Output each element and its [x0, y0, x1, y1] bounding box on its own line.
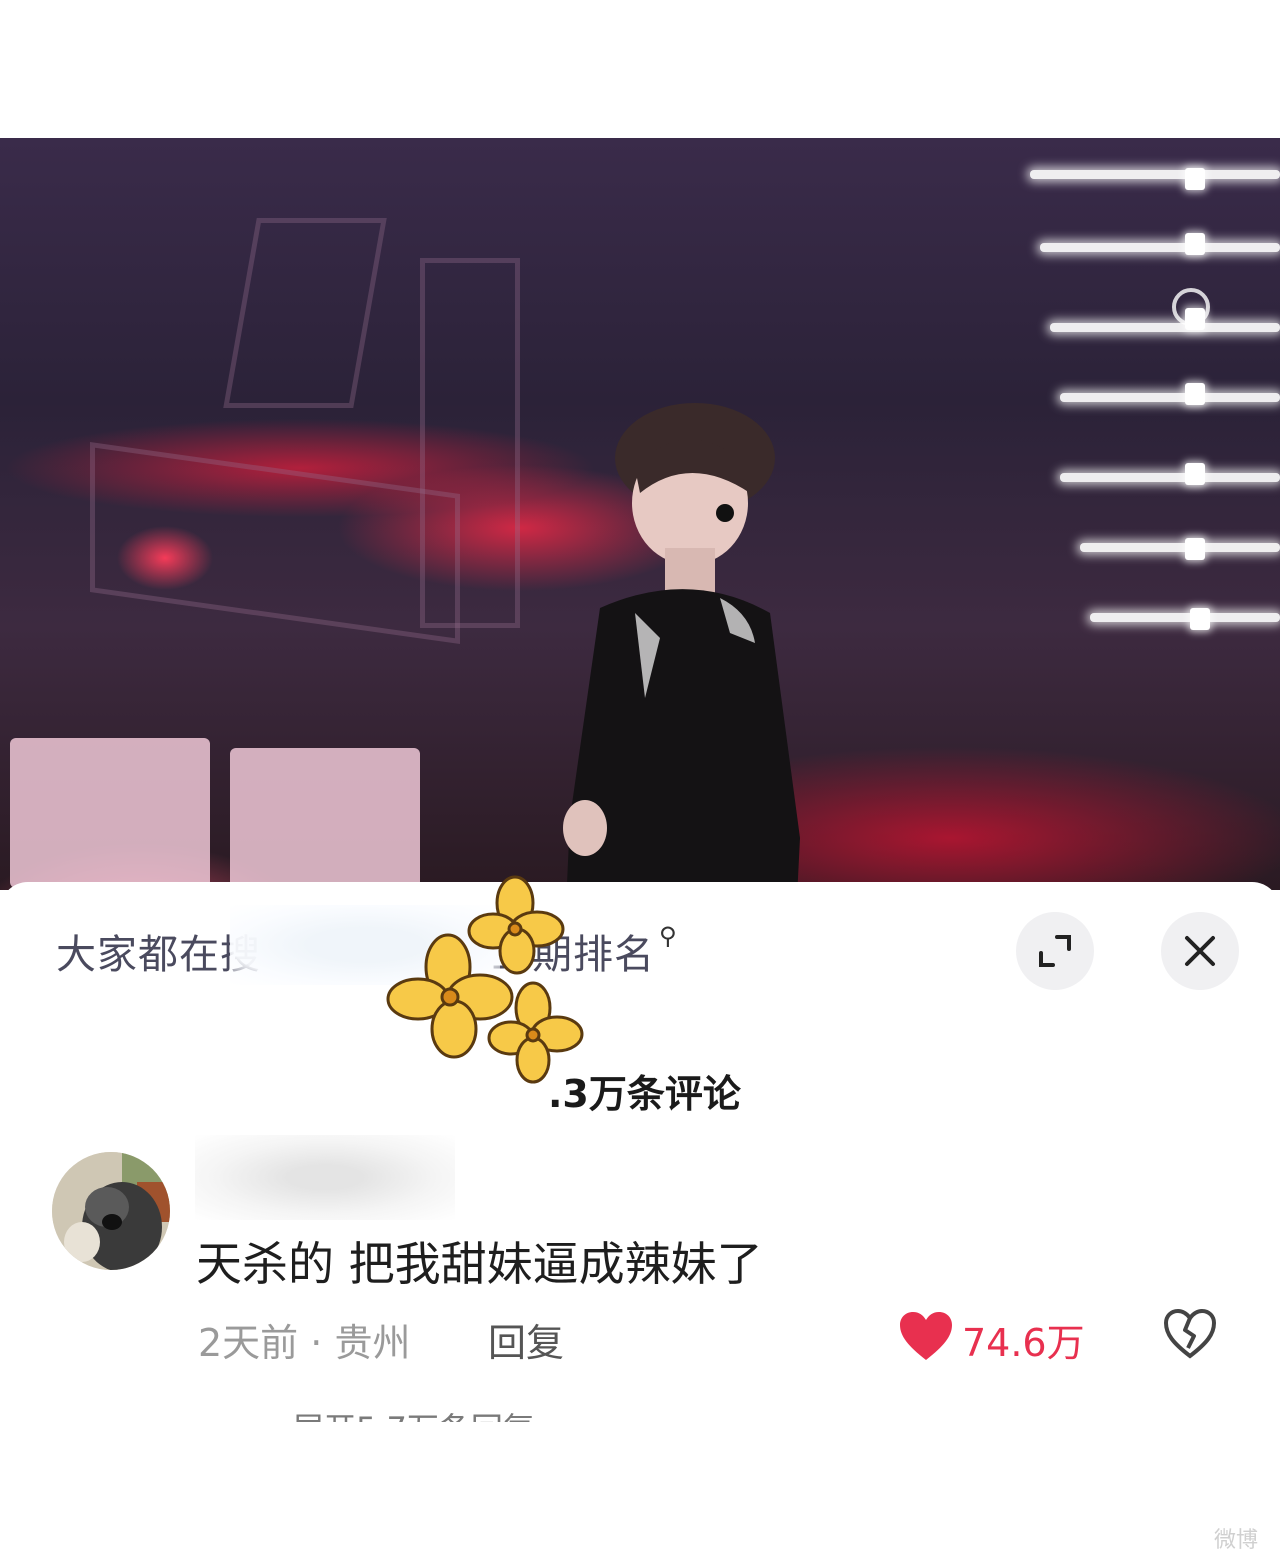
performer-figure	[563, 403, 800, 890]
stage-light-tick	[1185, 463, 1205, 485]
stage-light-beam	[1050, 323, 1280, 332]
stage-light-beam	[1060, 393, 1280, 402]
expand-replies-label: 展开5.7万条回复	[292, 1404, 612, 1422]
comment-time: 2天前	[198, 1321, 299, 1365]
meta-separator: ·	[310, 1321, 335, 1365]
expand-icon	[1039, 935, 1071, 967]
stage-light-tick	[1190, 608, 1210, 630]
comment-location: 贵州	[334, 1321, 411, 1365]
stage-light-beam	[1090, 613, 1280, 622]
stage-truss	[90, 441, 460, 645]
like-count: 74.6万	[962, 1321, 1085, 1365]
stage-block	[230, 748, 420, 888]
video-player[interactable]	[0, 138, 1280, 890]
stage-truss	[223, 218, 387, 408]
comments-sheet	[0, 882, 1280, 1557]
heart-icon[interactable]	[898, 1310, 954, 1362]
close-button[interactable]	[1161, 912, 1239, 990]
search-icon: ⚲	[659, 922, 678, 950]
stage-light-beam	[1060, 473, 1280, 482]
expand-button[interactable]	[1016, 912, 1094, 990]
expand-replies-link[interactable]: 展开5.7万条回复	[292, 1400, 612, 1422]
stage-block	[10, 738, 210, 888]
video-search-icon	[1172, 288, 1210, 326]
stage-light-beam	[1040, 243, 1280, 252]
stage-light-tick	[1185, 233, 1205, 255]
comment-meta: 2天前 · 贵州	[198, 1312, 410, 1367]
close-icon	[1185, 936, 1215, 966]
stage-light-beam	[1030, 170, 1280, 179]
dog-avatar-image	[52, 1152, 170, 1270]
flower-sticker-icon	[386, 875, 584, 1084]
stage-light-tick	[1185, 538, 1205, 560]
avatar[interactable]	[52, 1152, 170, 1270]
stage-light-tick	[1185, 168, 1205, 190]
broken-heart-icon[interactable]	[1163, 1308, 1217, 1360]
watermark: 微博	[1213, 1528, 1258, 1553]
reply-button[interactable]: 回复	[488, 1312, 564, 1367]
redaction-blur	[195, 1135, 455, 1220]
comment-text: 天杀的 把我甜妹逼成辣妹了	[196, 1237, 763, 1291]
stage-light-beam	[1080, 543, 1280, 552]
stage-light-tick	[1185, 383, 1205, 405]
